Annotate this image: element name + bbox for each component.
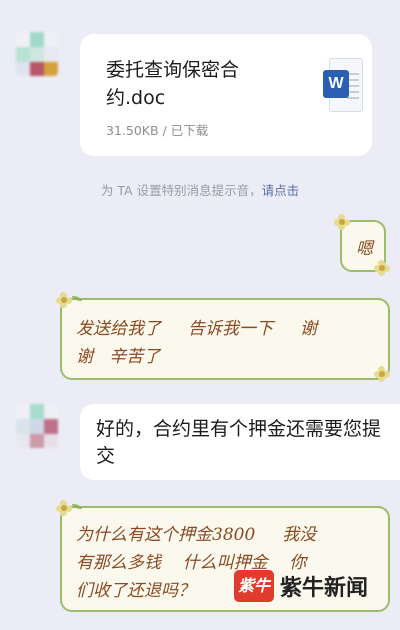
system-notice: 为 TA 设置特别消息提示音，请点击 xyxy=(0,180,400,199)
message-text-line: 们收了还退吗？ xyxy=(76,581,195,601)
flower-decoration-icon xyxy=(56,500,72,516)
flower-decoration-icon xyxy=(334,214,350,230)
word-doc-icon: W xyxy=(323,58,365,114)
file-size-status: 31.50KB / 已下载 xyxy=(106,123,209,138)
notice-text: 为 TA 设置特别消息提示音， xyxy=(100,183,262,198)
notice-link[interactable]: 请点击 xyxy=(262,183,300,198)
message-text: 好的，合约里有个押金还需要您提交 xyxy=(96,418,382,467)
flower-decoration-icon xyxy=(374,366,390,382)
file-name: 委托查询保密合约.doc xyxy=(106,59,240,109)
message-text-line: 谢 辛苦了 xyxy=(76,347,161,367)
leaf-decoration-icon xyxy=(72,504,82,509)
message-text-line: 发送给我了 告诉我一下 谢 xyxy=(76,319,318,339)
contact-avatar[interactable] xyxy=(16,32,58,76)
outgoing-message-bubble[interactable]: 发送给我了 告诉我一下 谢 谢 辛苦了 xyxy=(56,292,390,382)
file-message-card[interactable]: 委托查询保密合约.doc 31.50KB / 已下载 W xyxy=(80,34,372,156)
news-watermark-text: 紫牛新闻 xyxy=(280,575,369,601)
news-watermark: 紫牛 紫牛新闻 xyxy=(234,570,368,602)
flower-decoration-icon xyxy=(374,260,390,276)
contact-avatar[interactable] xyxy=(16,404,58,448)
incoming-message-bubble[interactable]: 好的，合约里有个押金还需要您提交 xyxy=(80,404,400,480)
flower-decoration-icon xyxy=(56,292,72,308)
word-doc-icon-letter: W xyxy=(323,70,349,98)
outgoing-message-bubble[interactable]: 嗯 xyxy=(334,214,390,276)
message-text-line: 为什么有这个押金3800 我没 xyxy=(76,525,317,545)
leaf-decoration-icon xyxy=(72,296,82,301)
message-text: 嗯 xyxy=(356,239,373,259)
news-logo: 紫牛 xyxy=(234,570,274,602)
